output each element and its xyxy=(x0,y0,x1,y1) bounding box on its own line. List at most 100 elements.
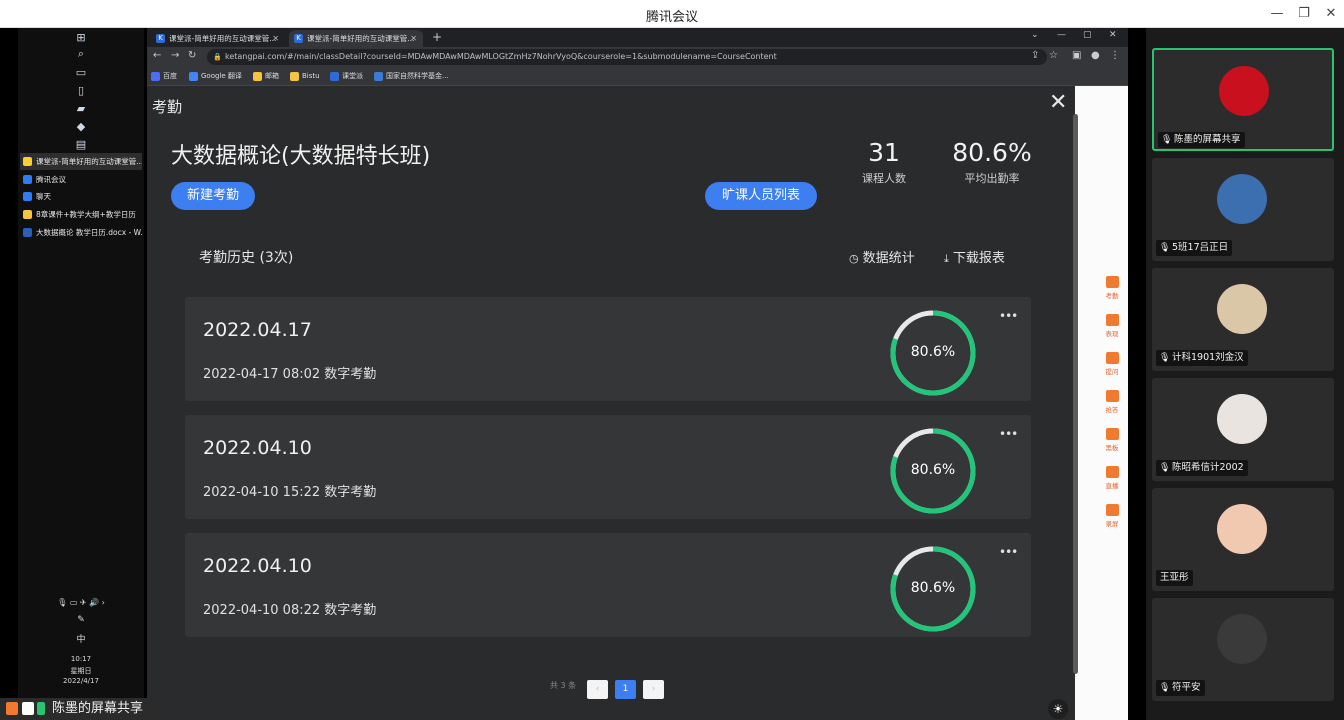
window-titlebar: 腾讯会议 — ❐ ✕ xyxy=(0,0,1344,28)
participant-tile[interactable]: 🎙 符平安 xyxy=(1152,598,1334,701)
tool-label: 提问 xyxy=(1105,368,1119,376)
share-icon[interactable]: ⇪ xyxy=(1031,50,1039,61)
participant-tile[interactable]: 🎙 陈昭希信计2002 xyxy=(1152,378,1334,481)
restore-button[interactable]: ❐ xyxy=(1289,0,1319,28)
attendance-record[interactable]: 2022.04.10 2022-04-10 15:22 数字考勤 80.6% •… xyxy=(185,415,1031,519)
tool-performance[interactable]: 表现 xyxy=(1097,314,1127,338)
clock-weekday: 星期日 xyxy=(70,667,92,675)
tool-label: 抢答 xyxy=(1105,406,1119,414)
taskbar-item-chat[interactable]: 聊天 xyxy=(20,188,142,205)
taskbar-item-label: 聊天 xyxy=(36,192,51,201)
attendance-record[interactable]: 2022.04.10 2022-04-10 08:22 数字考勤 80.6% •… xyxy=(185,533,1031,637)
bookmark-ketangpai[interactable]: 课堂派 xyxy=(330,70,363,83)
more-icon[interactable]: ••• xyxy=(999,309,1018,323)
theme-toggle-icon[interactable]: ☀ xyxy=(1048,699,1068,719)
avatar xyxy=(1217,174,1267,224)
browser-tab-active[interactable]: K 课堂派-简单好用的互动课堂管... ✕ xyxy=(289,30,423,47)
star-icon[interactable]: ☆ xyxy=(1049,50,1058,61)
more-icon[interactable]: ••• xyxy=(999,427,1018,441)
close-tab-icon[interactable]: ✕ xyxy=(410,30,417,47)
tool-live[interactable]: 直播 xyxy=(1097,466,1127,490)
ketangpai-icon xyxy=(330,72,339,81)
next-page-button[interactable]: › xyxy=(643,680,664,699)
minimize-button[interactable]: — xyxy=(1262,0,1292,28)
reload-icon[interactable]: ↻ xyxy=(188,50,196,61)
close-window-button[interactable]: ✕ xyxy=(1316,0,1344,28)
taskbar-item-folder[interactable]: 8章课件+教学大纲+教学日历 xyxy=(20,206,142,223)
navigation-bar: ← → ↻ 🔒 ketangpai.com/#/main/classDetail… xyxy=(147,47,1128,67)
modal-title: 考勤 xyxy=(152,98,183,116)
taskbar-item-ketangpai[interactable]: 课堂派-简单好用的互动课堂管... xyxy=(20,153,142,170)
pen-icon[interactable]: ✎ xyxy=(18,615,144,625)
tool-question[interactable]: 提问 xyxy=(1097,352,1127,376)
menu-icon[interactable]: ⋮ xyxy=(1110,50,1120,61)
record-date: 2022.04.10 xyxy=(203,555,312,577)
ketangpai-icon: K xyxy=(156,34,165,43)
page-1-button[interactable]: 1 xyxy=(615,680,636,699)
close-tab-icon[interactable]: ✕ xyxy=(272,30,279,47)
back-icon[interactable]: ← xyxy=(153,50,161,61)
taskbar-item-word[interactable]: 大数据概论 教学日历.docx - W... xyxy=(20,224,142,241)
attendance-rate-label: 平均出勤率 xyxy=(964,172,1020,185)
bookmark-mail[interactable]: 邮箱 xyxy=(253,70,279,83)
participant-tile[interactable]: 🎙 计科1901刘金汉 xyxy=(1152,268,1334,371)
question-icon xyxy=(1105,352,1119,364)
clock-date: 2022/4/17 xyxy=(63,677,99,685)
modal-scrollbar[interactable] xyxy=(1073,114,1078,674)
more-icon[interactable]: ••• xyxy=(999,545,1018,559)
system-tray-icons[interactable]: 🎙 ▭ ✈ 🔊 › xyxy=(18,598,144,607)
participant-tile[interactable]: 🎙 陈墨的屏幕共享 xyxy=(1152,48,1334,151)
folder-icon[interactable]: ▰ xyxy=(74,102,88,116)
new-attendance-button[interactable]: 新建考勤 xyxy=(171,182,255,210)
download-report-button[interactable]: ⤓ 下载报表 xyxy=(944,247,1005,266)
avatar xyxy=(1217,394,1267,444)
profile-icon[interactable]: ● xyxy=(1091,50,1100,61)
attendance-record[interactable]: 2022.04.17 2022-04-17 08:02 数字考勤 80.6% •… xyxy=(185,297,1031,401)
folder-icon xyxy=(290,72,299,81)
window-title: 腾讯会议 xyxy=(645,10,698,25)
absent-list-button[interactable]: 旷课人员列表 xyxy=(705,182,817,210)
windows-start-icon[interactable]: ⊞ xyxy=(74,31,88,45)
name-text: 符平安 xyxy=(1172,682,1201,693)
bookmark-bistu[interactable]: Bistu xyxy=(290,70,320,83)
bookmark-baidu[interactable]: 百度 xyxy=(151,70,177,83)
close-icon[interactable]: ✕ xyxy=(1049,92,1067,114)
data-stats-button[interactable]: ◷ 数据统计 xyxy=(849,247,915,266)
mic-muted-icon: 🎙 xyxy=(1159,463,1171,473)
browser-close-icon[interactable]: ✕ xyxy=(1109,30,1117,40)
forward-icon[interactable]: → xyxy=(171,50,179,61)
new-tab-button[interactable]: + xyxy=(432,30,442,45)
monitor-icon[interactable]: ▭ xyxy=(74,66,88,80)
bookmark-nsfc[interactable]: 国家自然科学基金... xyxy=(374,70,449,83)
sidepanel-icon[interactable]: ▣ xyxy=(1072,50,1081,61)
bookmark-label: 国家自然科学基金... xyxy=(386,72,449,80)
tab-label: 课堂派-简单好用的互动课堂管... xyxy=(169,34,277,43)
tab-label: 课堂派-简单好用的互动课堂管... xyxy=(307,34,415,43)
ime-indicator[interactable]: 中 xyxy=(18,632,144,645)
bookmark-google-translate[interactable]: Google 翻译 xyxy=(189,70,242,83)
tool-blackboard[interactable]: 黑板 xyxy=(1097,428,1127,452)
tool-attendance[interactable]: 考勤 xyxy=(1097,276,1127,300)
browser-restore-icon[interactable]: ▢ xyxy=(1083,30,1092,40)
mic-icon: 🎙 xyxy=(1161,135,1173,145)
taskbar-item-tencent-meeting[interactable]: 腾讯会议 xyxy=(20,171,142,188)
pager-total: 共 3 条 xyxy=(550,681,577,690)
app-icon[interactable]: ◆ xyxy=(74,120,88,134)
tool-quick-answer[interactable]: 抢答 xyxy=(1097,390,1127,414)
prev-page-button[interactable]: ‹ xyxy=(587,680,608,699)
browser-minimize-icon[interactable]: — xyxy=(1057,30,1066,40)
browser-tab[interactable]: K 课堂派-简单好用的互动课堂管... ✕ xyxy=(151,30,285,47)
participant-tile[interactable]: 王亚彤 xyxy=(1152,488,1334,591)
document-icon[interactable]: ▯ xyxy=(74,84,88,98)
tab-search-icon[interactable]: ⌄ xyxy=(1031,30,1039,40)
clock-icon: ◷ xyxy=(849,252,859,265)
address-bar[interactable]: 🔒 ketangpai.com/#/main/classDetail?cours… xyxy=(207,49,1047,65)
bookmark-label: 课堂派 xyxy=(342,72,363,80)
taskbar-item-label: 大数据概论 教学日历.docx - W... xyxy=(36,228,142,237)
screen-share-icon xyxy=(22,702,34,715)
calculator-icon[interactable]: ▤ xyxy=(74,138,88,152)
bookmark-label: Google 翻译 xyxy=(201,72,242,80)
participant-tile[interactable]: 🎙 5班17吕正日 xyxy=(1152,158,1334,261)
search-icon[interactable]: ⌕ xyxy=(74,47,88,61)
tool-record[interactable]: 录屏 xyxy=(1097,504,1127,528)
